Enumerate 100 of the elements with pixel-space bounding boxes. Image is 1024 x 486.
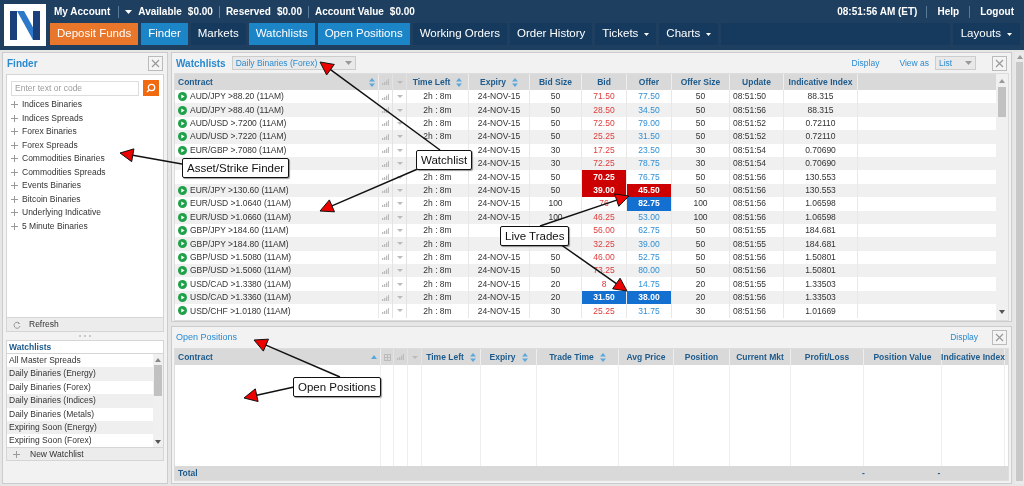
caret-icon[interactable] — [125, 9, 133, 14]
price-cell[interactable]: 39.00 — [638, 237, 660, 251]
plus-icon[interactable] — [11, 114, 18, 122]
new-watchlist-button[interactable]: New Watchlist — [6, 447, 164, 461]
signal-bars-icon[interactable] — [382, 107, 389, 114]
column-header[interactable]: Expiry — [480, 75, 506, 89]
sort-icon[interactable] — [369, 77, 375, 87]
play-icon[interactable] — [178, 212, 187, 222]
view-dropdown[interactable]: List — [935, 56, 976, 70]
price-cell[interactable]: 34.50 — [638, 103, 660, 117]
column-header[interactable]: Indicative Index — [941, 350, 1005, 364]
price-cell[interactable]: 72.50 — [593, 117, 615, 130]
column-header[interactable]: Offer Size — [680, 75, 721, 89]
price-cell[interactable]: 62.75 — [638, 224, 660, 237]
price-cell[interactable]: 52.75 — [638, 251, 660, 264]
scroll-down-icon[interactable] — [155, 440, 161, 444]
column-header[interactable]: Expiry — [489, 350, 516, 364]
price-cell[interactable]: 82.75 — [627, 197, 671, 211]
plus-icon[interactable] — [11, 182, 18, 190]
price-cell[interactable]: 25.25 — [593, 130, 615, 144]
price-cell[interactable]: 23.50 — [638, 143, 660, 157]
search-field[interactable]: Enter text or code — [11, 80, 140, 96]
price-cell[interactable]: 14.75 — [638, 277, 660, 291]
column-header[interactable]: Current Mkt — [736, 350, 784, 364]
scrollbar-thumb[interactable] — [1016, 62, 1023, 481]
nav-tab[interactable]: Markets — [190, 23, 246, 45]
plus-icon[interactable] — [11, 101, 18, 109]
tree-item[interactable]: Commodities Binaries — [11, 152, 159, 166]
tree-item[interactable]: Forex Spreads — [11, 138, 159, 152]
price-cell[interactable]: 25.25 — [593, 304, 615, 318]
sort-icon[interactable] — [469, 352, 476, 362]
tree-item[interactable]: 5 Minute Binaries — [11, 219, 159, 233]
scroll-up-icon[interactable] — [1016, 55, 1023, 59]
sort-icon[interactable] — [599, 352, 606, 362]
column-header[interactable]: Bid — [597, 75, 611, 89]
plus-icon[interactable] — [11, 128, 18, 136]
plus-icon[interactable] — [11, 195, 18, 203]
sort-icon[interactable] — [371, 355, 377, 359]
play-icon[interactable] — [178, 266, 187, 276]
play-icon[interactable] — [178, 279, 187, 289]
refresh-button[interactable]: Refresh — [6, 318, 164, 332]
deposit-button[interactable]: Deposit Funds — [50, 23, 139, 45]
column-header[interactable]: Trade Time — [549, 350, 594, 364]
column-header[interactable]: Offer — [638, 75, 660, 89]
play-icon[interactable] — [178, 293, 187, 303]
scrollbar[interactable] — [1015, 52, 1024, 484]
play-icon[interactable] — [178, 185, 187, 195]
tree-item[interactable]: Underlying Indicative — [11, 206, 159, 220]
close-button[interactable] — [992, 55, 1007, 71]
scrollbar-thumb[interactable] — [998, 87, 1006, 117]
scrollbar[interactable] — [996, 74, 1008, 320]
price-cell[interactable]: 76.75 — [638, 170, 660, 184]
price-cell[interactable]: 31.50 — [638, 130, 660, 144]
price-cell[interactable]: 56.00 — [593, 224, 615, 237]
play-icon[interactable] — [178, 306, 187, 316]
play-icon[interactable] — [178, 199, 187, 209]
header-link[interactable]: Help — [927, 4, 970, 19]
sort-icon[interactable] — [521, 352, 528, 362]
price-cell[interactable]: 28.50 — [593, 103, 615, 117]
price-cell[interactable]: 31.75 — [638, 304, 660, 318]
column-header[interactable]: Time Left — [426, 350, 464, 364]
scroll-down-icon[interactable] — [999, 310, 1005, 314]
plus-icon[interactable] — [11, 209, 18, 217]
play-icon[interactable] — [178, 118, 187, 128]
plus-icon[interactable] — [11, 155, 18, 163]
play-icon[interactable] — [178, 105, 187, 115]
grid-icon[interactable] — [383, 353, 391, 361]
nav-tab[interactable]: Working Orders — [412, 23, 507, 45]
price-cell[interactable]: 78.75 — [638, 157, 660, 170]
sort-icon[interactable] — [512, 77, 518, 87]
price-cell[interactable]: 77.50 — [638, 90, 660, 104]
price-cell[interactable]: 70.25 — [582, 170, 626, 184]
price-cell[interactable]: 17.25 — [593, 143, 615, 157]
price-cell[interactable]: 8 — [601, 277, 607, 291]
price-cell[interactable]: 32.25 — [593, 237, 615, 251]
nav-tab[interactable]: Open Positions — [317, 23, 410, 45]
price-cell[interactable]: 46.00 — [593, 251, 615, 264]
display-link[interactable]: Display — [851, 56, 880, 70]
play-icon[interactable] — [178, 145, 187, 155]
list-item[interactable]: Daily Binaries (Indices) — [7, 394, 153, 408]
menu-button[interactable]: Charts — [659, 23, 719, 45]
column-header[interactable]: Indicative Index — [788, 75, 853, 89]
price-cell[interactable]: 53.00 — [638, 210, 660, 224]
column-header[interactable]: Profit/Loss — [804, 350, 850, 364]
scrollbar[interactable] — [153, 354, 163, 447]
price-cell[interactable]: 71.50 — [593, 90, 615, 104]
scroll-up-icon[interactable] — [999, 79, 1005, 83]
caret-icon[interactable] — [396, 121, 403, 125]
close-button[interactable] — [148, 56, 163, 71]
header-link[interactable]: Logout — [970, 4, 1024, 19]
nav-tab[interactable]: Order History — [509, 23, 593, 45]
menu-button[interactable]: Layouts — [952, 23, 1020, 45]
nav-tab[interactable]: Finder — [141, 23, 188, 45]
nav-tab[interactable]: Watchlists — [248, 23, 315, 45]
tree-item[interactable]: Indices Spreads — [11, 111, 159, 125]
play-icon[interactable] — [178, 239, 187, 249]
column-header[interactable]: Contract — [178, 75, 213, 89]
sort-icon[interactable] — [456, 77, 463, 87]
column-header[interactable]: Time Left — [412, 75, 451, 89]
column-header[interactable]: Position Value — [873, 350, 932, 364]
